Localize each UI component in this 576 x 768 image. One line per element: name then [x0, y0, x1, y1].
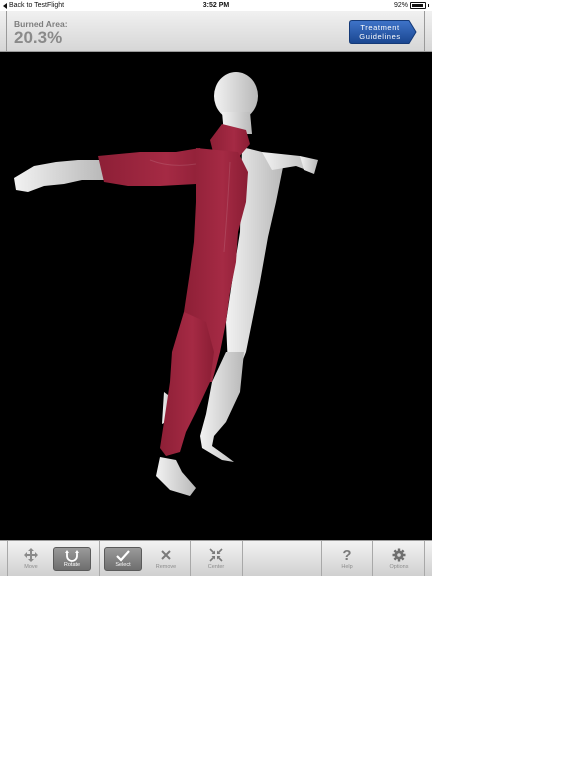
- status-time: 3:52 PM: [202, 2, 230, 9]
- help-label: Help: [341, 564, 353, 570]
- options-label: Options: [389, 564, 409, 570]
- rotate-tool-button[interactable]: Rotate: [53, 547, 91, 571]
- center-icon: [207, 547, 225, 563]
- options-button[interactable]: Options: [379, 543, 419, 575]
- question-icon: ?: [342, 546, 352, 564]
- move-icon: [22, 547, 40, 563]
- center-label: Center: [207, 564, 225, 570]
- move-tool-button[interactable]: Move: [11, 543, 51, 575]
- rotate-label: Rotate: [63, 562, 81, 568]
- remove-tool-button[interactable]: Remove: [146, 543, 186, 575]
- battery-icon: [410, 2, 426, 9]
- burned-area-value: 20.3%: [14, 28, 63, 47]
- battery-percent: 92%: [393, 2, 408, 9]
- help-button[interactable]: ? Help: [327, 543, 367, 575]
- x-icon: [157, 547, 175, 563]
- center-tool-button[interactable]: Center: [196, 543, 236, 575]
- treatment-label: Treatment: [360, 23, 400, 32]
- move-label: Move: [24, 564, 38, 570]
- status-bar: Back to TestFlight 3:52 PM 92%: [0, 0, 432, 11]
- body-3d-viewport[interactable]: [0, 52, 432, 540]
- select-tool-button[interactable]: Select: [104, 547, 142, 571]
- app-window: Back to TestFlight 3:52 PM 92% Burned Ar…: [0, 0, 432, 576]
- check-icon: [114, 550, 132, 562]
- rotate-icon: [63, 550, 81, 562]
- gear-icon: [390, 547, 408, 563]
- battery-indicator: 92%: [394, 0, 429, 11]
- header-bar: Burned Area: 20.3% Treatment Guidelines: [0, 11, 432, 52]
- guidelines-label: Guidelines: [359, 32, 401, 41]
- treatment-guidelines-button[interactable]: Treatment Guidelines: [349, 20, 417, 44]
- bottom-toolbar: Move Rotate Select Remove Center ? Help …: [0, 540, 432, 576]
- select-label: Select: [115, 562, 131, 568]
- remove-label: Remove: [155, 564, 177, 570]
- human-body-model[interactable]: [0, 52, 432, 540]
